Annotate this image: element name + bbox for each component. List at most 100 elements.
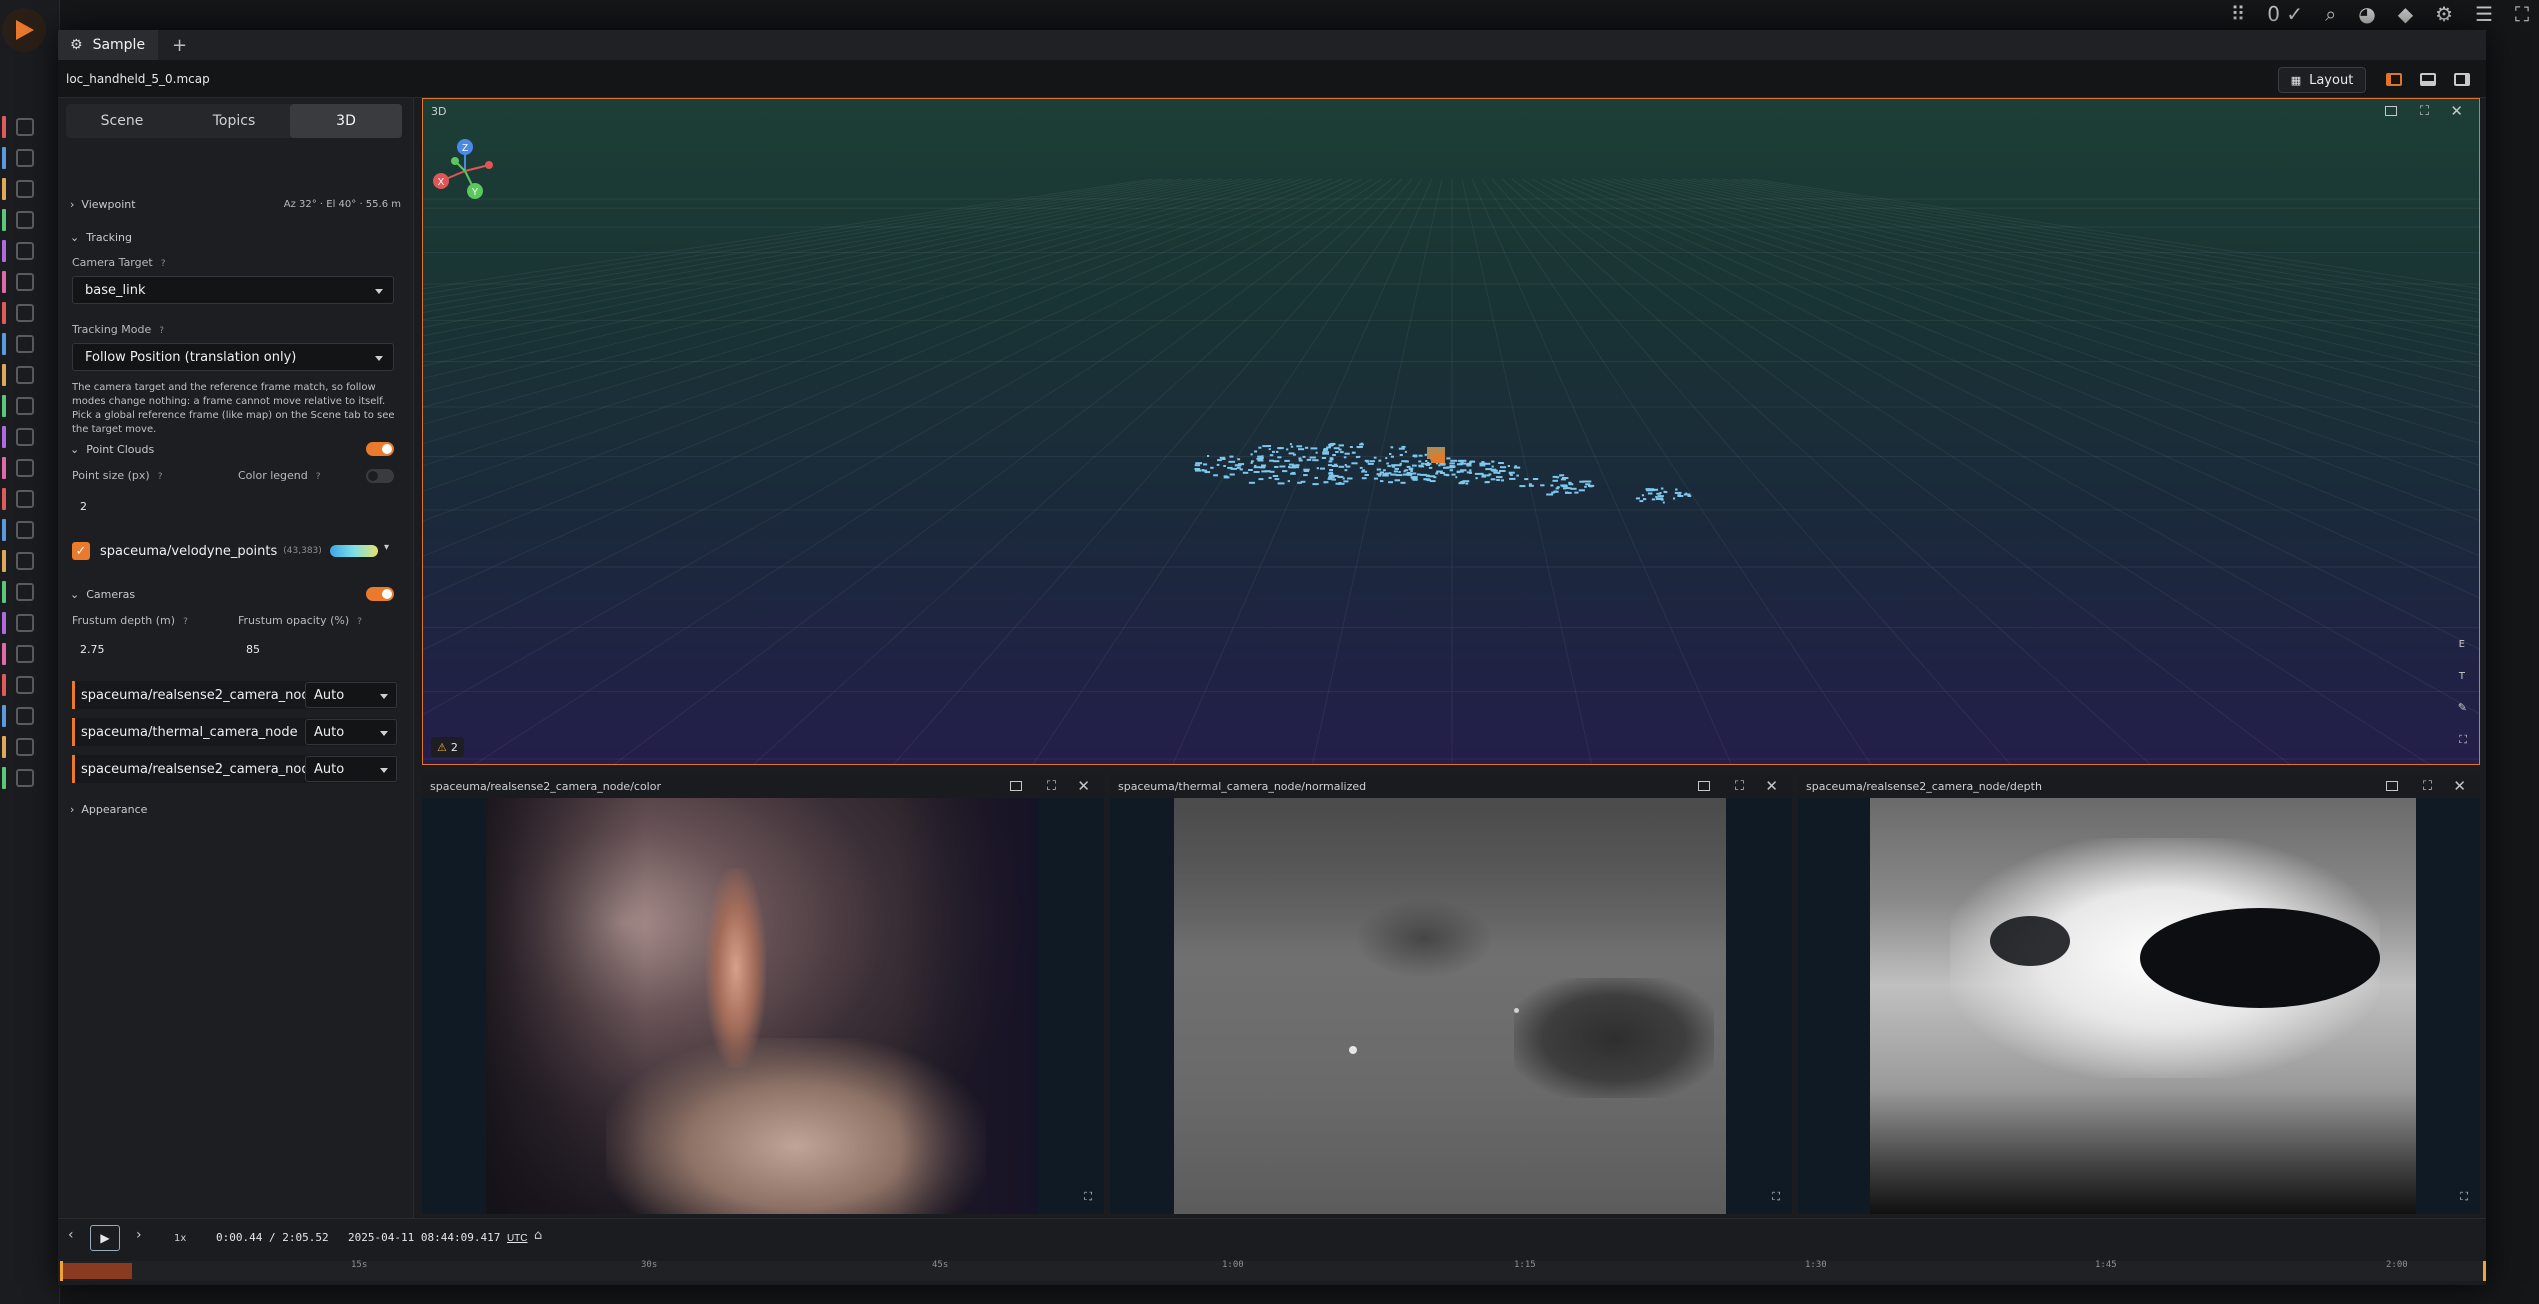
tab-3d[interactable]: 3D xyxy=(290,104,402,138)
close-icon[interactable]: ✕ xyxy=(2453,777,2466,795)
point-cloud-point xyxy=(1279,465,1286,468)
point-cloud-point xyxy=(1291,471,1296,474)
camera-row[interactable]: spaceuma/realsense2_camera_node/color Au… xyxy=(72,681,397,709)
frustum-depth-input[interactable]: 2.75 xyxy=(80,643,105,656)
settings-icon[interactable]: ⚙ xyxy=(2435,2,2453,26)
camera-mode-select[interactable]: Auto xyxy=(305,756,397,782)
background-checkbox xyxy=(16,242,34,260)
camera-mode-select[interactable]: Auto xyxy=(305,719,397,745)
task-badge[interactable]: 0 ✓ xyxy=(2267,2,2303,26)
point-size-input[interactable]: 2 xyxy=(80,500,87,513)
camera-mode-select[interactable]: Auto xyxy=(305,682,397,708)
tab-topics[interactable]: Topics xyxy=(178,104,290,138)
speed-select[interactable]: 1x xyxy=(174,1233,186,1244)
camera-panel-thermal[interactable]: spaceuma/thermal_camera_node/normalized … xyxy=(1110,774,1792,1214)
step-forward-button[interactable]: › xyxy=(136,1227,142,1243)
tab-scene[interactable]: Scene xyxy=(66,104,178,138)
tag-icon[interactable]: ◆ xyxy=(2398,2,2413,26)
point-cloud-point xyxy=(1342,477,1345,480)
camera-row[interactable]: spaceuma/thermal_camera_node Auto xyxy=(72,718,397,746)
camera-target-select[interactable]: base_link xyxy=(72,276,394,304)
play-button[interactable]: ▶ xyxy=(90,1225,120,1251)
add-tab-button[interactable]: + xyxy=(172,35,187,56)
cameras-toggle[interactable] xyxy=(366,587,394,601)
point-cloud-point xyxy=(1589,485,1593,488)
warning-badge[interactable]: ⚠ 2 xyxy=(431,737,464,757)
viewpoint-collapse[interactable]: › Viewpoint xyxy=(70,198,136,211)
split-panel-icon[interactable] xyxy=(1010,781,1022,791)
bookmark-tag-icon[interactable]: ⌂ xyxy=(534,1228,542,1243)
timeline-tick: 1:00 xyxy=(1222,1260,1244,1270)
timeline-track[interactable]: 15s 30s 45s 1:00 1:15 1:30 1:45 2:00 xyxy=(58,1260,2486,1281)
close-icon[interactable]: ✕ xyxy=(2450,102,2463,120)
layout-button[interactable]: ▦ Layout xyxy=(2278,67,2366,93)
point-cloud-point xyxy=(1675,488,1678,491)
point-cloud-point xyxy=(1331,478,1336,481)
list-icon[interactable]: ☰ xyxy=(2475,2,2493,26)
split-panel-icon[interactable] xyxy=(1698,781,1710,791)
appearance-collapse[interactable]: › Appearance xyxy=(70,803,147,816)
layout-right-icon[interactable] xyxy=(2454,73,2470,86)
split-panel-icon[interactable] xyxy=(2386,781,2398,791)
point-cloud-point xyxy=(1465,482,1469,485)
fullscreen-icon[interactable]: ⛶ xyxy=(2515,2,2529,26)
fullscreen-icon[interactable]: ⛶ xyxy=(1735,779,1744,794)
frustum-opacity-input[interactable]: 85 xyxy=(246,643,260,656)
help-icon[interactable]: ? xyxy=(161,259,166,269)
close-icon[interactable]: ✕ xyxy=(1765,777,1778,795)
warning-count: 2 xyxy=(450,740,458,754)
point-cloud-point xyxy=(1367,462,1374,465)
3d-scene[interactable] xyxy=(423,99,2480,765)
point-clouds-collapse[interactable]: ⌄ Point Clouds xyxy=(70,443,154,456)
tracking-mode-select[interactable]: Follow Position (translation only) xyxy=(72,343,394,371)
point-clouds-toggle[interactable] xyxy=(366,442,394,456)
point-cloud-point xyxy=(1332,454,1336,456)
point-clouds-section-label: Point Clouds xyxy=(86,443,155,456)
tab-sample[interactable]: ⚙ Sample xyxy=(58,30,158,60)
axis-gizmo[interactable]: Z X Y xyxy=(425,133,505,213)
background-color-bar xyxy=(2,705,6,727)
fullscreen-icon[interactable]: ⛶ xyxy=(1047,779,1056,794)
layout-bottom-icon[interactable] xyxy=(2420,73,2436,86)
help-icon[interactable]: ? xyxy=(183,617,188,627)
cameras-collapse[interactable]: ⌄ Cameras xyxy=(70,588,135,601)
point-cloud-point xyxy=(1360,442,1364,445)
point-cloud-point xyxy=(1341,482,1345,485)
layout-left-icon[interactable] xyxy=(2386,73,2402,86)
fullscreen-icon[interactable]: ⛶ xyxy=(2460,1190,2468,1204)
tracking-collapse[interactable]: ⌄ Tracking xyxy=(70,231,132,244)
point-cloud-point xyxy=(1435,472,1439,475)
side-button-t[interactable]: T xyxy=(2459,671,2465,682)
fullscreen-icon[interactable]: ⛶ xyxy=(2459,733,2467,747)
palette-icon[interactable]: ◕ xyxy=(2358,2,2375,26)
close-icon[interactable]: ✕ xyxy=(1077,777,1090,795)
point-cloud-point xyxy=(1229,455,1234,458)
fullscreen-icon[interactable]: ⛶ xyxy=(2423,779,2432,794)
camera-panel-color[interactable]: spaceuma/realsense2_camera_node/color ⛶ … xyxy=(422,774,1104,1214)
grid-icon[interactable]: ⠿ xyxy=(2231,2,2246,26)
search-icon[interactable]: ⌕ xyxy=(2325,2,2336,26)
timeline-end-handle[interactable] xyxy=(2483,1261,2486,1281)
help-icon[interactable]: ? xyxy=(357,617,362,627)
camera-row[interactable]: spaceuma/realsense2_camera_node/depth Au… xyxy=(72,755,397,783)
step-back-button[interactable]: ‹ xyxy=(68,1227,74,1243)
color-legend-toggle[interactable] xyxy=(366,469,394,483)
colormap-swatch[interactable] xyxy=(330,545,378,557)
point-cloud-point xyxy=(1428,466,1433,469)
side-button-e[interactable]: E xyxy=(2459,639,2465,650)
fullscreen-icon[interactable]: ⛶ xyxy=(1084,1190,1092,1204)
split-panel-icon[interactable] xyxy=(2385,106,2397,116)
ruler-icon[interactable]: ✎ xyxy=(2458,701,2467,714)
point-cloud-point xyxy=(1540,484,1545,487)
help-icon[interactable]: ? xyxy=(159,326,164,336)
timeline-start-handle[interactable] xyxy=(60,1261,63,1281)
fullscreen-icon[interactable]: ⛶ xyxy=(2420,104,2429,119)
point-cloud-point xyxy=(1333,463,1338,466)
colormap-chevron-icon[interactable]: ▾ xyxy=(384,542,389,553)
pointcloud-checkbox[interactable]: ✓ xyxy=(72,542,90,560)
fullscreen-icon[interactable]: ⛶ xyxy=(1772,1190,1780,1204)
help-icon[interactable]: ? xyxy=(316,472,321,482)
help-icon[interactable]: ? xyxy=(158,472,163,482)
panel-3d[interactable]: 3D ⛶ ✕ Z X Y ⚠ 2 E T ✎ ⛶ xyxy=(422,98,2480,765)
camera-panel-depth[interactable]: spaceuma/realsense2_camera_node/depth ⛶ … xyxy=(1798,774,2480,1214)
